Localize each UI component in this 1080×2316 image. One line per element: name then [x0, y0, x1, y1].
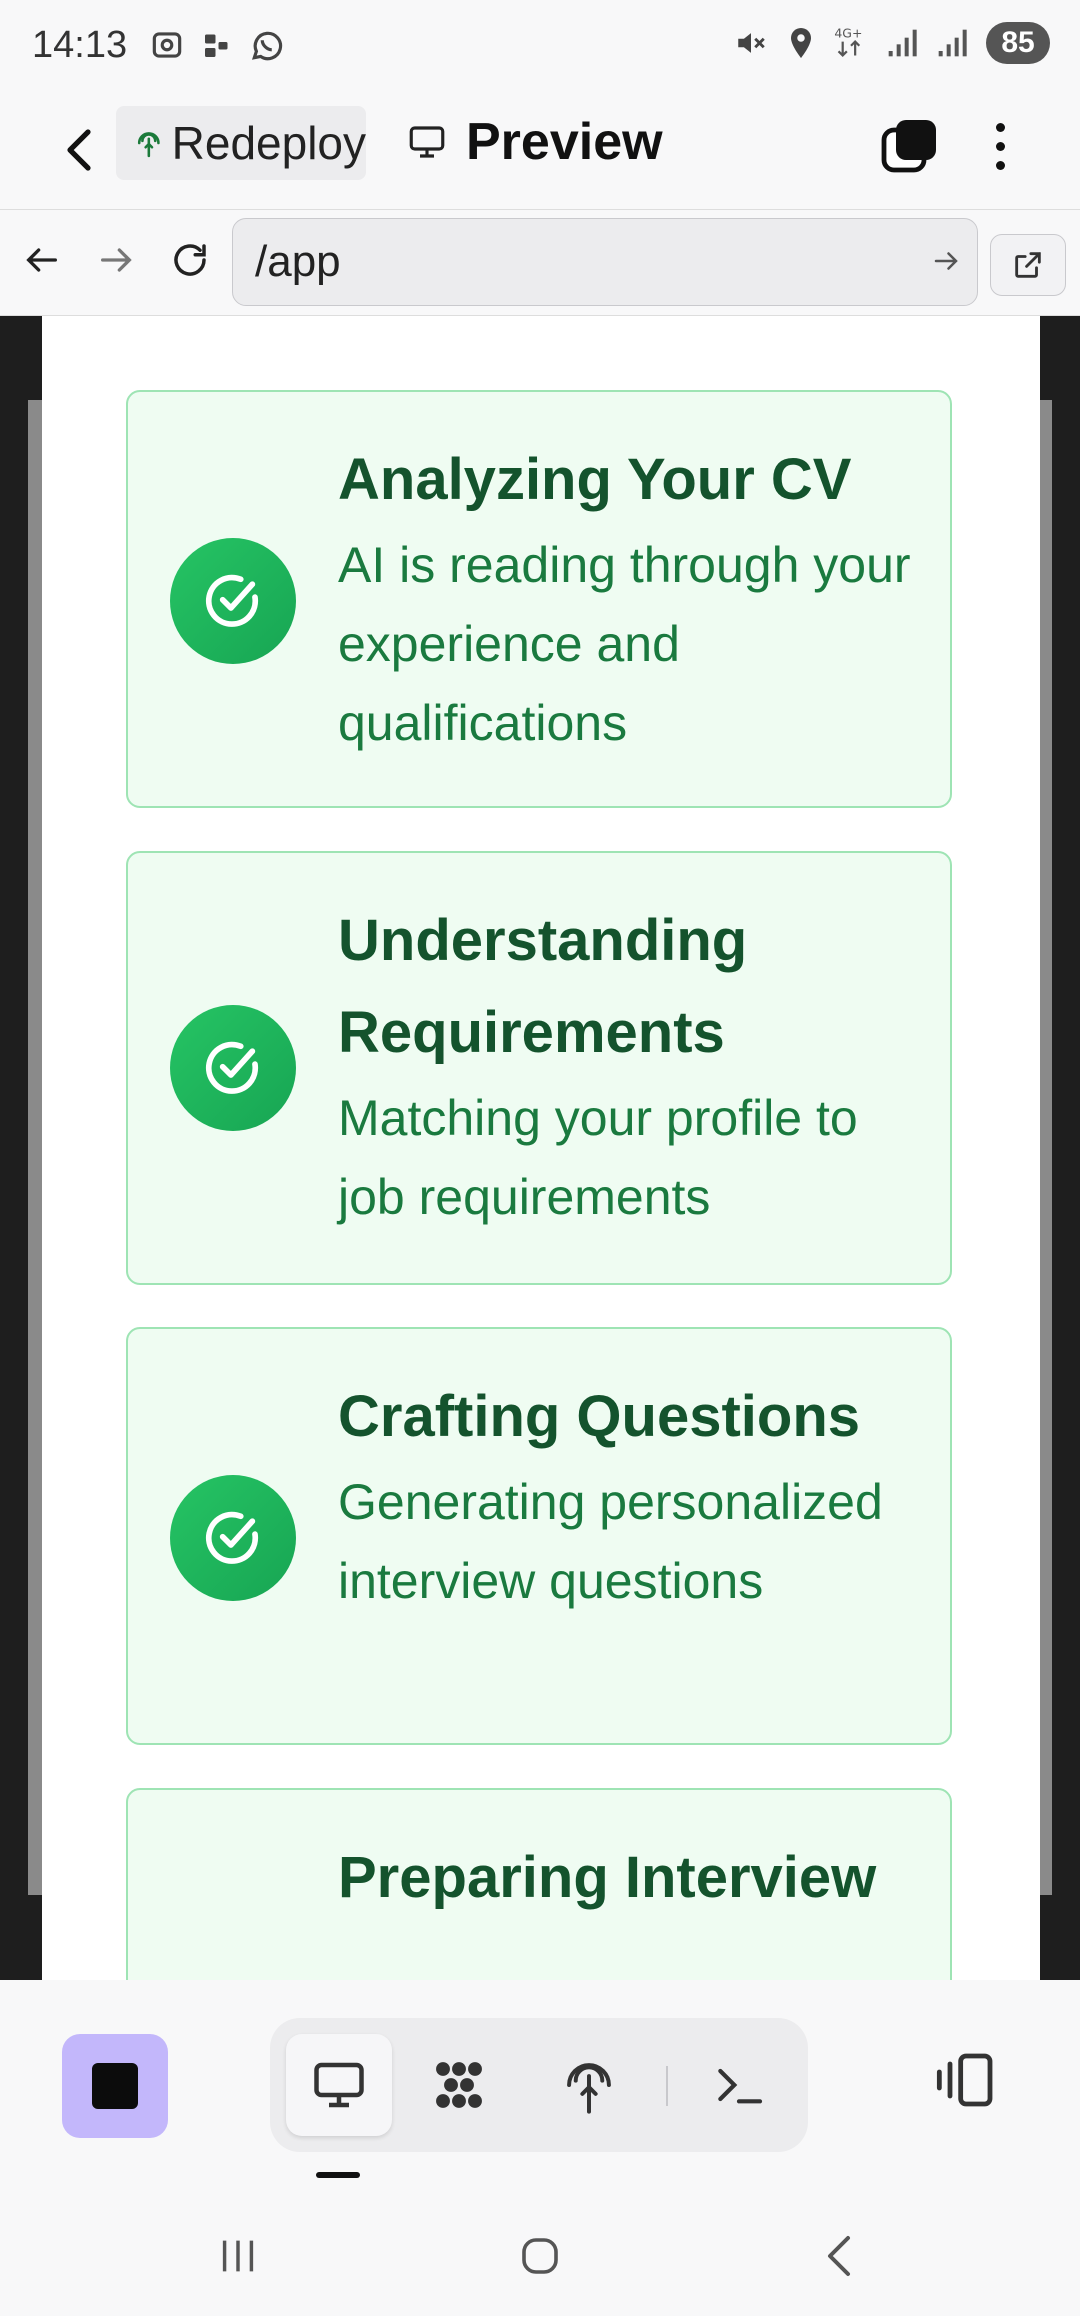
active-tab-indicator — [316, 2172, 360, 2178]
status-time: 14:13 — [32, 24, 128, 66]
home-icon — [522, 2238, 558, 2274]
reload-button[interactable] — [162, 232, 218, 288]
step-title: Understanding Requirements — [338, 908, 748, 1065]
system-back-button[interactable] — [800, 2216, 880, 2296]
external-link-icon — [1015, 252, 1041, 278]
signal-icon — [888, 29, 917, 57]
url-text: /app — [255, 237, 341, 286]
battery-indicator: 85 — [986, 22, 1050, 64]
stop-icon — [92, 2063, 138, 2109]
terminal-icon — [718, 2068, 763, 2104]
chevron-left-icon — [828, 2236, 850, 2276]
reload-icon — [174, 244, 206, 276]
device-toggle-button[interactable] — [928, 2042, 1004, 2118]
progress-step-card: Analyzing Your CV AI is reading through … — [126, 390, 952, 808]
step-text: Preparing Interview — [338, 1832, 928, 1924]
step-title: Preparing Interview — [338, 1845, 877, 1910]
devices-icon — [936, 2053, 993, 2107]
terminal-view-button[interactable] — [686, 2034, 792, 2136]
divider — [666, 2066, 668, 2106]
stop-button[interactable] — [62, 2034, 168, 2138]
progress-step-card: Preparing Interview — [126, 1788, 952, 1980]
status-right-icons: 4G+ 85 — [734, 22, 1050, 64]
progress-step-card: Understanding Requirements Matching your… — [126, 851, 952, 1285]
network-4g-icon: 4G+ — [834, 25, 862, 58]
signal-icon — [938, 29, 967, 57]
app-header: Redeploy Preview — [0, 96, 1080, 210]
check-circle-icon — [170, 1475, 296, 1601]
step-text: Understanding Requirements Matching your… — [338, 895, 928, 1237]
status-left-icons — [148, 26, 286, 64]
project-chip[interactable]: Redeploy — [116, 106, 366, 180]
url-bar: /app — [0, 210, 1080, 316]
preview-view-button[interactable] — [286, 2034, 392, 2136]
progress-step-card: Crafting Questions Generating personaliz… — [126, 1327, 952, 1745]
step-description: AI is reading through your experience an… — [338, 537, 911, 751]
monitor-icon — [409, 126, 445, 158]
step-description: Generating personalized interview questi… — [338, 1474, 883, 1609]
step-title: Analyzing Your CV — [338, 447, 852, 512]
deploy-view-button[interactable] — [536, 2034, 642, 2136]
check-circle-icon — [170, 538, 296, 664]
back-button[interactable] — [48, 118, 112, 182]
go-arrow-icon[interactable] — [931, 243, 961, 279]
svg-text:4G+: 4G+ — [834, 25, 862, 40]
dots-icon — [205, 34, 228, 57]
deploy-icon — [567, 2063, 611, 2114]
project-chip-label: Redeploy — [171, 117, 366, 169]
step-text: Crafting Questions Generating personaliz… — [338, 1371, 928, 1621]
viewport-edge — [28, 400, 42, 1895]
browser-back-button[interactable] — [14, 232, 70, 288]
monitor-icon — [314, 2062, 364, 2108]
screen-record-icon — [152, 32, 182, 58]
view-switcher — [270, 2018, 808, 2152]
grid-app-icon — [436, 2062, 482, 2108]
location-icon — [791, 28, 811, 58]
step-title: Crafting Questions — [338, 1384, 861, 1449]
system-nav-bar — [0, 2180, 1080, 2316]
browser-forward-button[interactable] — [88, 232, 144, 288]
page-title: Preview — [466, 113, 663, 171]
more-options-button[interactable] — [972, 114, 1028, 178]
recents-icon — [222, 2240, 254, 2272]
bottom-toolbar — [0, 1980, 1080, 2180]
mute-icon — [738, 33, 765, 53]
more-options-dot — [995, 122, 1005, 132]
more-options-dot — [995, 141, 1005, 151]
open-external-button[interactable] — [990, 234, 1066, 296]
preview-page[interactable]: Analyzing Your CV AI is reading through … — [42, 316, 1040, 1980]
arrow-left-icon — [26, 248, 57, 272]
status-bar: 14:13 4G+ 85 — [0, 0, 1080, 96]
step-description: Matching your profile to job requirement… — [338, 1090, 858, 1225]
viewport-edge — [1040, 400, 1052, 1895]
tabs-icon — [881, 120, 936, 173]
more-options-dot — [995, 160, 1005, 170]
check-circle-icon — [170, 1005, 296, 1131]
home-button[interactable] — [500, 2216, 580, 2296]
whatsapp-icon — [251, 31, 283, 61]
recents-button[interactable] — [198, 2216, 278, 2296]
deploy-icon — [137, 132, 160, 158]
tabs-button[interactable] — [878, 114, 942, 178]
apps-view-button[interactable] — [406, 2034, 512, 2136]
step-text: Analyzing Your CV AI is reading through … — [338, 434, 928, 763]
chevron-left-icon — [67, 129, 91, 171]
preview-title: Preview — [406, 112, 663, 172]
arrow-right-icon — [101, 248, 132, 272]
url-input[interactable]: /app — [232, 218, 978, 306]
